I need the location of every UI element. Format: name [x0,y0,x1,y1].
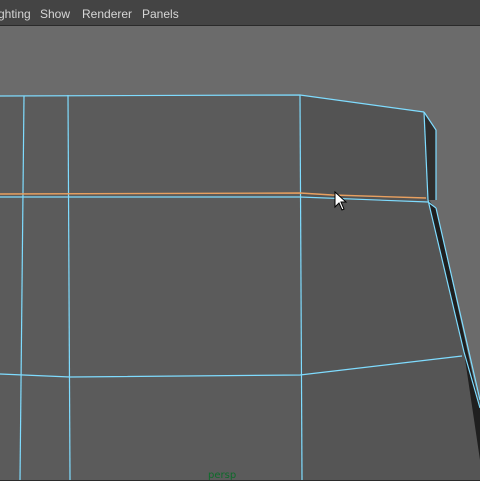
menu-renderer[interactable]: Renderer [82,0,132,26]
menu-panels[interactable]: Panels [142,0,179,26]
menu-lighting[interactable]: ghting [0,0,31,26]
mesh-front-face[interactable] [0,95,300,480]
viewport-canvas[interactable] [0,26,480,480]
perspective-viewport[interactable] [0,26,480,480]
viewport-menu-bar: ghting Show Renderer Panels [0,0,480,26]
menu-show[interactable]: Show [40,0,70,26]
mesh-side-upper-face[interactable] [300,95,428,200]
